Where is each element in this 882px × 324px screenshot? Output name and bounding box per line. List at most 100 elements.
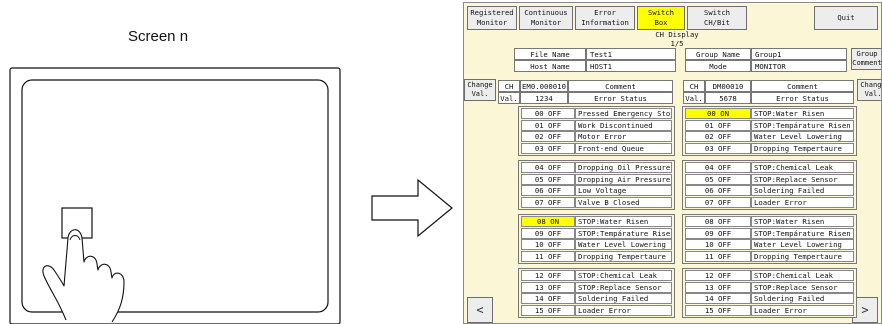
- left-bit-comment: Dropping Oil Pressure: [575, 162, 672, 173]
- left-bit-status[interactable]: 01 OFF: [521, 119, 575, 131]
- left-bit-comment: Motor Error: [575, 131, 672, 142]
- right-bit-row[interactable]: 08 OFF STOP:Water Risen: [685, 216, 854, 227]
- left-bit-status[interactable]: 06 OFF: [521, 185, 575, 196]
- left-bit-row[interactable]: 15 OFF Loader Error: [521, 304, 672, 316]
- right-bit-status[interactable]: 09 OFF: [685, 227, 751, 239]
- left-bit-status[interactable]: 10 OFF: [521, 239, 575, 250]
- group-comment-button[interactable]: Group Comment: [851, 48, 881, 70]
- left-error-status-header: Error Status: [568, 92, 673, 104]
- left-bit-comment: Dropping Air Pressure: [575, 173, 672, 185]
- left-comment-header: Comment: [568, 80, 673, 92]
- left-bit-row[interactable]: 05 OFF Dropping Air Pressure: [521, 173, 672, 185]
- right-bit-status[interactable]: 12 OFF: [685, 270, 751, 281]
- left-bit-status[interactable]: 00 OFF: [521, 108, 575, 119]
- left-bit-row[interactable]: 08 ON STOP:Water Risen: [521, 216, 672, 227]
- left-bit-row[interactable]: 01 OFF Work Discontinued: [521, 119, 672, 131]
- hand-icon: [42, 229, 125, 323]
- ch-display-page: 1/5: [670, 39, 684, 48]
- right-bit-status[interactable]: 02 OFF: [685, 131, 751, 142]
- right-bit-row[interactable]: 09 OFF STOP:Tempárature Risen: [685, 227, 854, 239]
- left-bit-row[interactable]: 14 OFF Soldering Failed: [521, 293, 672, 304]
- left-bit-row[interactable]: 03 OFF Front-end Queue: [521, 142, 672, 154]
- left-bit-status[interactable]: 09 OFF: [521, 227, 575, 239]
- right-bit-row[interactable]: 02 OFF Water Level Lowering: [685, 131, 854, 142]
- right-bit-comment: Dropping Tempertaure: [751, 142, 854, 154]
- registered-monitor-button[interactable]: Registered Monitor: [467, 6, 517, 30]
- right-bit-status[interactable]: 15 OFF: [685, 304, 751, 316]
- switch-box-button[interactable]: Switch Box: [637, 6, 685, 30]
- right-bit-comment: Soldering Failed: [751, 185, 854, 196]
- right-bit-row[interactable]: 03 OFF Dropping Tempertaure: [685, 142, 854, 154]
- switch-ch-bit-button[interactable]: Switch CH/Bit: [687, 6, 747, 30]
- left-bit-comment: STOP:Replace Sensor: [575, 281, 672, 293]
- left-bit-status[interactable]: 08 ON: [521, 216, 575, 227]
- left-bit-comment: Water Level Lowering: [575, 239, 672, 250]
- right-error-status-header: Error Status: [751, 92, 854, 104]
- left-bit-status[interactable]: 04 OFF: [521, 162, 575, 173]
- right-bit-status[interactable]: 06 OFF: [685, 185, 751, 196]
- right-bit-comment: STOP:Chemical Leak: [751, 270, 854, 281]
- right-bit-comment: Loader Error: [751, 196, 854, 208]
- right-bit-comment: Water Level Lowering: [751, 131, 854, 142]
- left-bit-comment: STOP:Tempárature Risen: [575, 227, 672, 239]
- right-bit-status[interactable]: 14 OFF: [685, 293, 751, 304]
- right-bit-row[interactable]: 04 OFF STOP:Chemical Leak: [685, 162, 854, 173]
- right-bit-row[interactable]: 01 OFF STOP:Tempárature Risen: [685, 119, 854, 131]
- right-bit-row[interactable]: 00 ON STOP:Water Risen: [685, 108, 854, 119]
- left-bit-row[interactable]: 07 OFF Valve B Closed: [521, 196, 672, 208]
- left-bit-status[interactable]: 12 OFF: [521, 270, 575, 281]
- right-bit-comment: STOP:Chemical Leak: [751, 162, 854, 173]
- left-bit-row[interactable]: 13 OFF STOP:Replace Sensor: [521, 281, 672, 293]
- right-bit-row[interactable]: 06 OFF Soldering Failed: [685, 185, 854, 196]
- right-bit-status[interactable]: 07 OFF: [685, 196, 751, 208]
- quit-button[interactable]: Quit: [814, 6, 878, 30]
- ch-display-title: CH Display 1/5: [642, 30, 712, 48]
- change-val-left-button[interactable]: Change Val.: [464, 79, 496, 101]
- continuous-monitor-button[interactable]: Continuous Monitor: [519, 6, 573, 30]
- right-bit-comment: Loader Error: [751, 304, 854, 316]
- left-bit-row[interactable]: 00 OFF Pressed Emergency Stop: [521, 108, 672, 119]
- left-bit-status[interactable]: 13 OFF: [521, 281, 575, 293]
- left-bit-row[interactable]: 06 OFF Low Voltage: [521, 185, 672, 196]
- left-val-value[interactable]: 1234: [520, 92, 568, 104]
- change-val-right-button[interactable]: Change Val.: [857, 79, 881, 101]
- right-bit-status[interactable]: 00 ON: [685, 108, 751, 119]
- left-bit-status[interactable]: 11 OFF: [521, 250, 575, 262]
- left-bit-status[interactable]: 07 OFF: [521, 196, 575, 208]
- right-bit-comment: STOP:Tempárature Risen: [751, 119, 854, 131]
- left-bit-comment: STOP:Water Risen: [575, 216, 672, 227]
- left-bit-status[interactable]: 02 OFF: [521, 131, 575, 142]
- right-bit-row[interactable]: 13 OFF STOP:Replace Sensor: [685, 281, 854, 293]
- right-bit-status[interactable]: 01 OFF: [685, 119, 751, 131]
- left-bit-row[interactable]: 04 OFF Dropping Oil Pressure: [521, 162, 672, 173]
- left-bit-row[interactable]: 12 OFF STOP:Chemical Leak: [521, 270, 672, 281]
- right-bit-row[interactable]: 14 OFF Soldering Failed: [685, 293, 854, 304]
- right-bit-status[interactable]: 05 OFF: [685, 173, 751, 185]
- right-bit-status[interactable]: 08 OFF: [685, 216, 751, 227]
- left-bit-row[interactable]: 09 OFF STOP:Tempárature Risen: [521, 227, 672, 239]
- error-information-button[interactable]: Error Information: [575, 6, 635, 30]
- right-bit-status[interactable]: 11 OFF: [685, 250, 751, 262]
- right-bit-status[interactable]: 03 OFF: [685, 142, 751, 154]
- prev-page-button[interactable]: <: [467, 297, 493, 323]
- right-bit-status[interactable]: 04 OFF: [685, 162, 751, 173]
- right-bit-row[interactable]: 15 OFF Loader Error: [685, 304, 854, 316]
- right-bit-row[interactable]: 05 OFF STOP:Replace Sensor: [685, 173, 854, 185]
- right-bit-row[interactable]: 10 OFF Water Level Lowering: [685, 239, 854, 250]
- left-bit-status[interactable]: 15 OFF: [521, 304, 575, 316]
- left-bit-status[interactable]: 05 OFF: [521, 173, 575, 185]
- left-bit-status[interactable]: 03 OFF: [521, 142, 575, 154]
- touch-illustration: [9, 67, 453, 324]
- right-bit-status[interactable]: 13 OFF: [685, 281, 751, 293]
- right-bit-row[interactable]: 07 OFF Loader Error: [685, 196, 854, 208]
- right-bit-status[interactable]: 10 OFF: [685, 239, 751, 250]
- left-bit-row[interactable]: 11 OFF Dropping Tempertaure: [521, 250, 672, 262]
- left-bit-row[interactable]: 02 OFF Motor Error: [521, 131, 672, 142]
- left-bit-status[interactable]: 14 OFF: [521, 293, 575, 304]
- left-ch-label: CH: [498, 80, 520, 92]
- right-bit-row[interactable]: 12 OFF STOP:Chemical Leak: [685, 270, 854, 281]
- left-bit-row[interactable]: 10 OFF Water Level Lowering: [521, 239, 672, 250]
- right-val-value[interactable]: 5678: [705, 92, 751, 104]
- host-name-value: HOST1: [586, 60, 676, 72]
- right-bit-row[interactable]: 11 OFF Dropping Tempertaure: [685, 250, 854, 262]
